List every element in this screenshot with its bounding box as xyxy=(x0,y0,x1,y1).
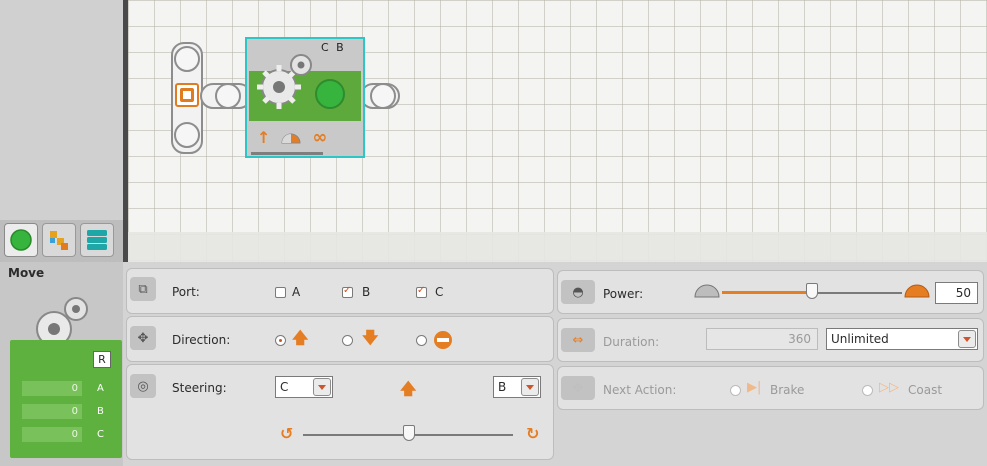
stack-icon xyxy=(87,230,107,250)
steering-left-port-dropdown[interactable]: C xyxy=(275,376,333,398)
port-a-value: 0 xyxy=(22,381,82,396)
infinity-icon: ∞ xyxy=(312,127,328,148)
stop-icon[interactable] xyxy=(433,330,453,350)
brake-icon: ▶| xyxy=(747,380,762,395)
steering-slider-knob[interactable] xyxy=(403,425,415,441)
direction-backward-radio[interactable] xyxy=(342,335,353,346)
direction-stop-radio[interactable] xyxy=(416,335,427,346)
gears-icon xyxy=(257,54,312,109)
green-circle-icon xyxy=(10,229,32,251)
steering-icon: ◎ xyxy=(130,374,156,398)
port-label: Port: xyxy=(172,285,200,299)
block-data-hub-bar[interactable] xyxy=(251,152,323,155)
block-ports-label: C B xyxy=(321,41,346,54)
steering-row xyxy=(126,364,554,460)
forward-arrow-icon[interactable]: 🡅 xyxy=(292,327,308,354)
next-action-label: Next Action: xyxy=(603,383,677,397)
duration-unit-dropdown[interactable]: Unlimited xyxy=(826,328,978,350)
port-a-label: A xyxy=(97,383,104,394)
port-b-label: B xyxy=(97,406,104,417)
steering-right-port-value: B xyxy=(498,380,507,394)
power-icon: ◓ xyxy=(561,280,595,304)
port-c-label: C xyxy=(97,429,104,440)
block-title: Move xyxy=(8,266,45,280)
port-b-option-label: B xyxy=(362,285,371,299)
steering-right-port-dropdown[interactable]: B xyxy=(493,376,541,398)
duration-input[interactable]: 360 xyxy=(706,328,818,350)
port-b-checkbox[interactable] xyxy=(342,285,353,298)
beam-ring-right xyxy=(370,83,396,109)
duration-label: Duration: xyxy=(603,335,660,349)
port-c-checkbox[interactable] xyxy=(416,285,427,298)
brake-label: Brake xyxy=(770,383,805,397)
blocks-icon xyxy=(50,231,68,250)
turn-left-icon: ↺ xyxy=(280,424,294,443)
forward-arrow-icon: 🡅 xyxy=(400,379,417,398)
direction-icon: ✥ xyxy=(130,326,156,350)
complete-palette-tab[interactable] xyxy=(42,223,76,257)
turn-right-icon: ↻ xyxy=(526,424,540,443)
custom-palette-tab[interactable] xyxy=(80,223,114,257)
brake-radio[interactable] xyxy=(730,385,741,396)
chevron-down-icon[interactable] xyxy=(958,330,976,348)
steering-label: Steering: xyxy=(172,381,227,395)
power-slider-knob[interactable] xyxy=(806,283,818,299)
next-action-icon: ✥ xyxy=(561,376,595,400)
reset-button[interactable]: R xyxy=(93,351,111,368)
palette-tabs xyxy=(0,220,123,262)
move-block[interactable]: C B ↑ ∞ xyxy=(245,37,365,158)
direction-label: Direction: xyxy=(172,333,231,347)
power-input[interactable]: 50 xyxy=(935,282,978,304)
steering-left-port-value: C xyxy=(280,380,289,394)
port-icon: ⧉ xyxy=(130,277,156,301)
port-c-option-label: C xyxy=(435,285,444,299)
beam-ring-top xyxy=(174,46,200,72)
forward-arrow-icon: ↑ xyxy=(257,128,271,147)
port-c-value: 0 xyxy=(22,427,82,442)
beam-ring-left xyxy=(215,83,241,109)
start-point-icon[interactable] xyxy=(175,83,199,107)
direction-forward-radio[interactable] xyxy=(275,335,286,346)
chevron-down-icon[interactable] xyxy=(521,378,539,396)
power-low-icon xyxy=(694,284,720,298)
power-slider-fill xyxy=(722,291,812,294)
port-a-option-label: A xyxy=(292,285,301,299)
duration-unit-value: Unlimited xyxy=(831,332,889,346)
port-b-value: 0 xyxy=(22,404,82,419)
beam-ring-bottom xyxy=(174,122,200,148)
coast-icon: ▷▷ xyxy=(879,380,899,395)
coast-label: Coast xyxy=(908,383,943,397)
coast-radio[interactable] xyxy=(862,385,873,396)
chevron-down-icon[interactable] xyxy=(313,378,331,396)
common-palette-tab[interactable] xyxy=(4,223,38,257)
block-indicators: ↑ ∞ xyxy=(257,127,327,148)
workspace-scroll-area xyxy=(128,232,987,262)
power-icon xyxy=(281,133,301,143)
port-a-checkbox[interactable] xyxy=(275,287,286,298)
power-high-icon xyxy=(904,284,930,298)
backward-arrow-icon[interactable]: 🡇 xyxy=(362,327,378,354)
power-label: Power: xyxy=(603,287,644,301)
palette-area xyxy=(0,0,123,220)
green-circle-icon xyxy=(315,79,345,109)
duration-icon: ⇔ xyxy=(561,328,595,352)
palette-panel xyxy=(0,0,123,262)
